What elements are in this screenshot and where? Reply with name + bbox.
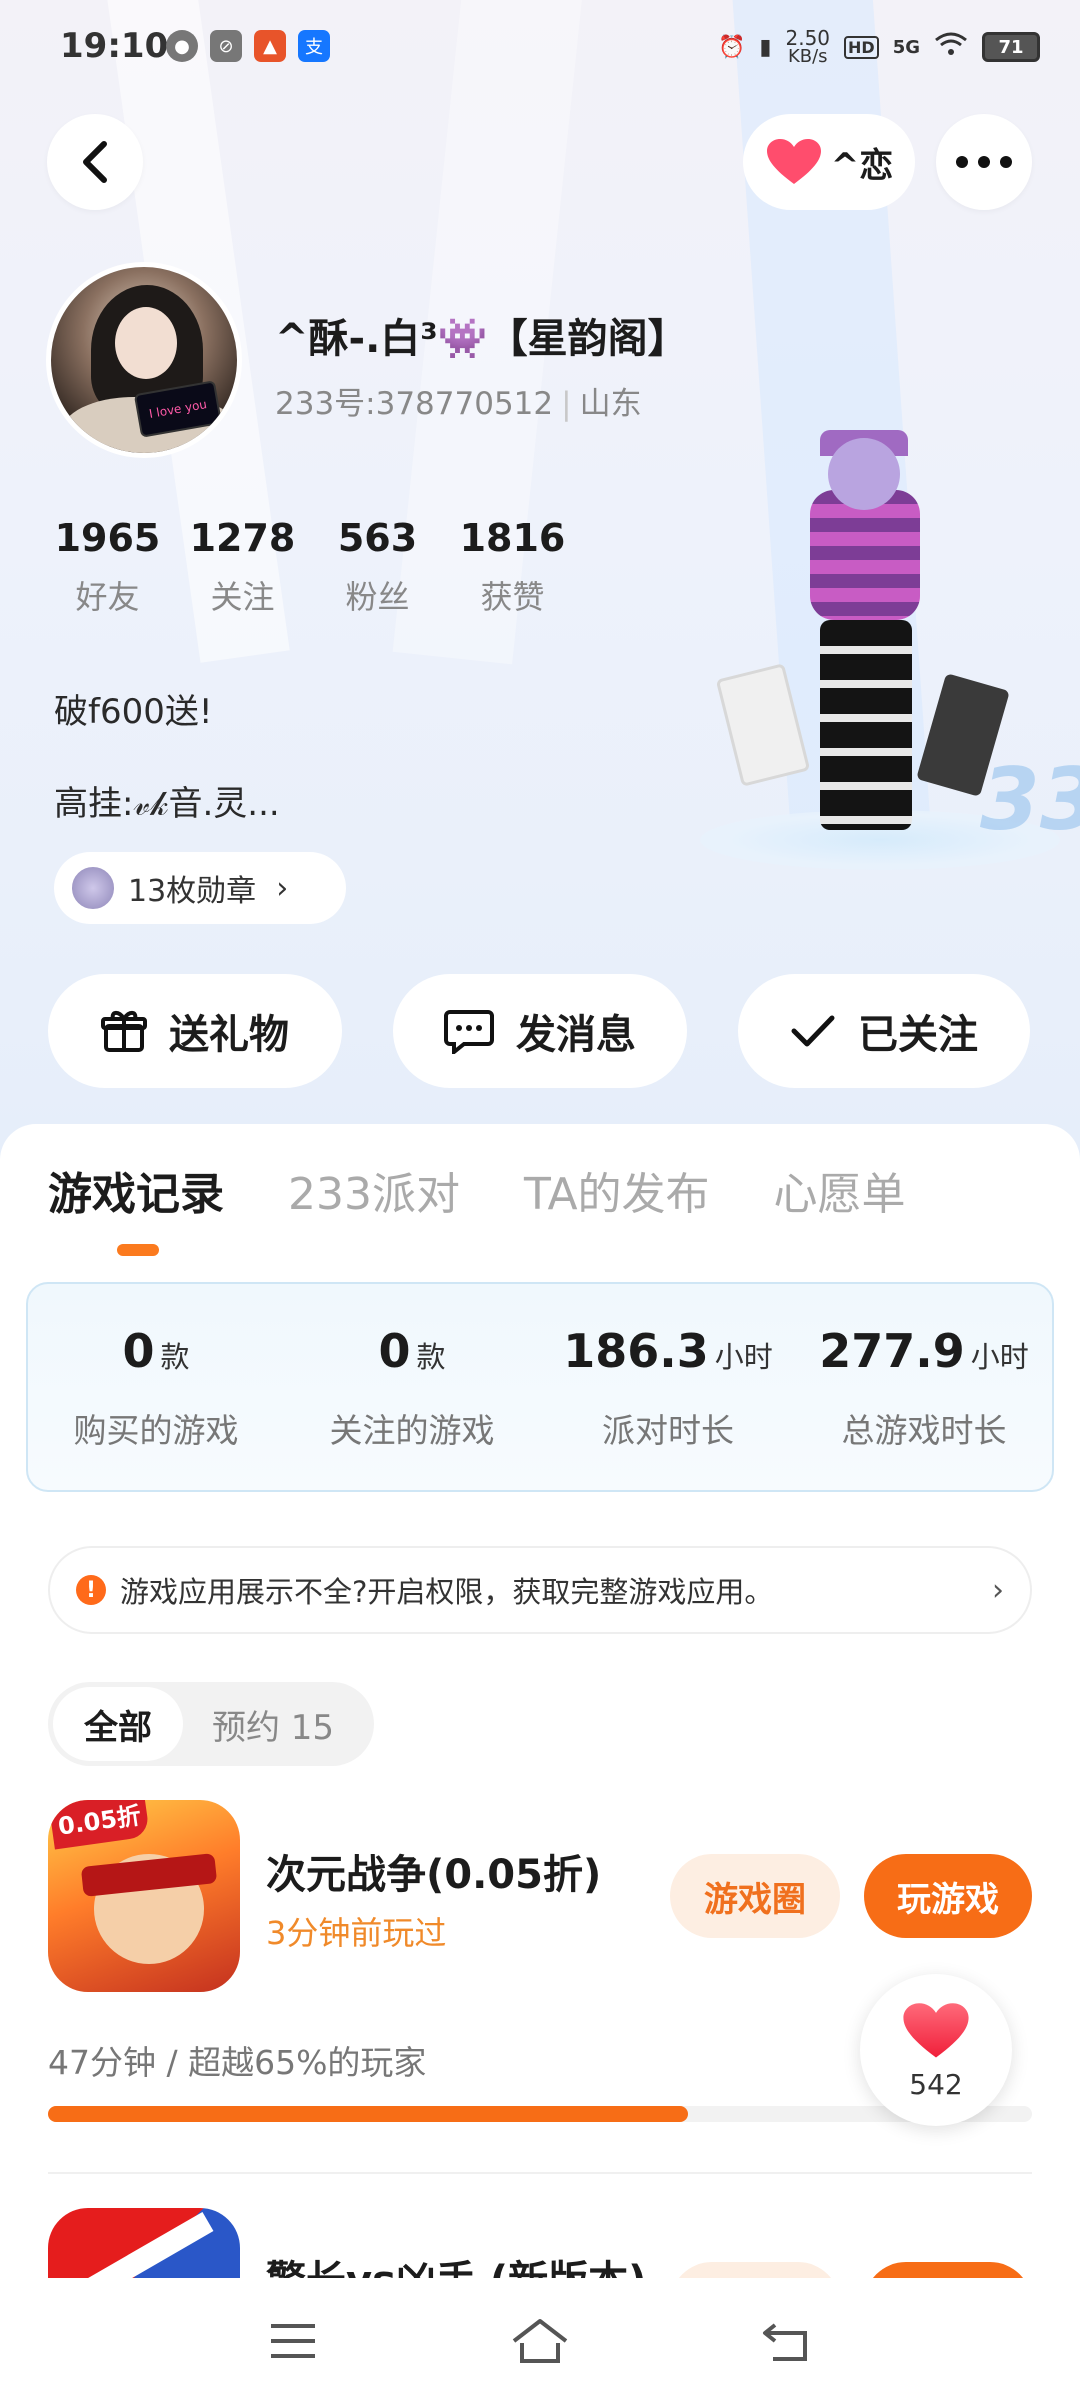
- like-count: 542: [909, 2067, 963, 2101]
- wifi-icon: [934, 31, 968, 63]
- more-dots-icon: [956, 156, 1012, 168]
- tab-233-party[interactable]: 233派对: [288, 1158, 460, 1222]
- wechat-icon: ●: [166, 30, 198, 62]
- play-progress-fill: [48, 2106, 688, 2122]
- game-filter: 全部 预约 15: [48, 1682, 374, 1766]
- play-progress-bar: [48, 2106, 1032, 2122]
- summary-party-time[interactable]: 186.3 小时 派对时长: [540, 1284, 796, 1490]
- chevron-right-icon: ›: [992, 1572, 1004, 1608]
- game-circle-button[interactable]: 游戏圈: [670, 1854, 840, 1938]
- tab-wishlist[interactable]: 心愿单: [774, 1158, 906, 1222]
- summary-followed[interactable]: 0款 关注的游戏: [284, 1284, 540, 1490]
- game-last-played: 3分钟前玩过: [266, 1914, 447, 1952]
- summary-purchased[interactable]: 0款 购买的游戏: [28, 1284, 284, 1490]
- tab-indicator: [117, 1244, 159, 1256]
- play-time-text: 47分钟 / 超越65%的玩家: [48, 2043, 427, 2082]
- profile-tabs: 游戏记录 233派对 TA的发布 心愿单: [48, 1158, 970, 1222]
- alarm-icon: ⏰: [717, 34, 746, 60]
- medal-icon: [70, 865, 116, 911]
- status-bar: 19:10 ● ⊘ ▲ 支 ⏰ ▮ 2.50 KB/s HD 5G 71: [0, 0, 1080, 96]
- notice-text: 游戏应用展示不全?开启权限，获取完整游戏应用。: [120, 1575, 774, 1609]
- stat-friends[interactable]: 1965 好友: [40, 516, 175, 618]
- game-icon[interactable]: 0.05折: [48, 1800, 240, 1992]
- stat-likes[interactable]: 1816 获赞: [445, 516, 580, 618]
- avatar[interactable]: I love you: [46, 262, 242, 458]
- bio-line-2: 高挂:𝓋𝓀音.灵...: [54, 784, 280, 824]
- send-message-button[interactable]: 发消息: [393, 974, 687, 1088]
- send-gift-button[interactable]: 送礼物: [48, 974, 342, 1088]
- hd-icon: HD: [844, 35, 879, 59]
- medals-label: 13枚勋章: [128, 874, 257, 909]
- tab-posts[interactable]: TA的发布: [524, 1158, 710, 1222]
- menu-button[interactable]: [248, 2296, 338, 2386]
- chevron-left-icon: [83, 141, 107, 183]
- username: ^酥-.白³👾【星韵阁】: [275, 316, 688, 362]
- chat-icon: [444, 1010, 494, 1054]
- heart-icon: [903, 2002, 969, 2058]
- couple-label: ^恋: [830, 145, 894, 186]
- vibrate-icon: ▮: [759, 34, 772, 60]
- alipay-icon: 支: [298, 30, 330, 62]
- medals-button[interactable]: 13枚勋章 ›: [54, 852, 346, 924]
- home-button[interactable]: [495, 2296, 585, 2386]
- platform-233-logo: 33: [980, 750, 1080, 850]
- divider: [48, 2172, 1032, 2174]
- gift-icon: [101, 1010, 147, 1052]
- couple-button[interactable]: ^恋: [743, 114, 915, 210]
- chevron-right-icon: ›: [276, 870, 289, 906]
- link-icon: ⊘: [210, 30, 242, 62]
- avatar-3d-figure[interactable]: 33: [680, 430, 1080, 890]
- menu-icon: [271, 2324, 316, 2358]
- check-icon: [791, 1015, 835, 1047]
- permission-notice[interactable]: ! 游戏应用展示不全?开启权限，获取完整游戏应用。 ›: [48, 1546, 1032, 1634]
- home-icon: [512, 2319, 568, 2363]
- tab-game-records[interactable]: 游戏记录: [48, 1158, 224, 1222]
- followed-button[interactable]: 已关注: [738, 974, 1030, 1088]
- user-id: 233号:378770512: [275, 386, 554, 422]
- status-time: 19:10: [60, 26, 169, 66]
- discount-badge: 0.05折: [48, 1800, 151, 1850]
- stat-fans[interactable]: 563 粉丝: [310, 516, 445, 618]
- decoration-card-icon: [715, 663, 811, 787]
- system-nav-bar: [0, 2278, 1080, 2404]
- profile-stats: 1965 好友 1278 关注 563 粉丝 1816 获赞: [40, 516, 580, 618]
- stat-following[interactable]: 1278 关注: [175, 516, 310, 618]
- game-title[interactable]: 次元战争(0.05折): [266, 1842, 601, 1900]
- more-button[interactable]: [936, 114, 1032, 210]
- bio-line-1: 破f600送!: [54, 692, 213, 732]
- back-nav-button[interactable]: [742, 2296, 832, 2386]
- like-button[interactable]: 542: [860, 1974, 1012, 2126]
- user-location: 山东: [579, 386, 642, 422]
- game-app-icon: ▲: [254, 30, 286, 62]
- back-button[interactable]: [47, 114, 143, 210]
- warning-icon: !: [76, 1575, 106, 1605]
- status-indicators: ⏰ ▮ 2.50 KB/s HD 5G 71: [718, 28, 1040, 66]
- filter-reserved[interactable]: 预约 15: [183, 1687, 363, 1761]
- summary-total-game-time[interactable]: 277.9 小时 总游戏时长: [796, 1284, 1052, 1490]
- return-icon: [762, 2323, 807, 2361]
- filter-all[interactable]: 全部: [53, 1687, 183, 1761]
- user-id-line: 233号:378770512 | 山东: [275, 386, 642, 422]
- net-speed: 2.50 KB/s: [785, 26, 831, 67]
- signal-icon: 5G: [892, 36, 920, 58]
- game-summary-card: 0款 购买的游戏 0款 关注的游戏 186.3 小时 派对时长 277.9 小时 总…: [26, 1282, 1054, 1492]
- status-app-icons: ● ⊘ ▲ 支: [166, 30, 330, 62]
- battery-icon: 71: [982, 32, 1040, 62]
- heart-icon: [766, 139, 821, 184]
- play-game-button[interactable]: 玩游戏: [864, 1854, 1032, 1938]
